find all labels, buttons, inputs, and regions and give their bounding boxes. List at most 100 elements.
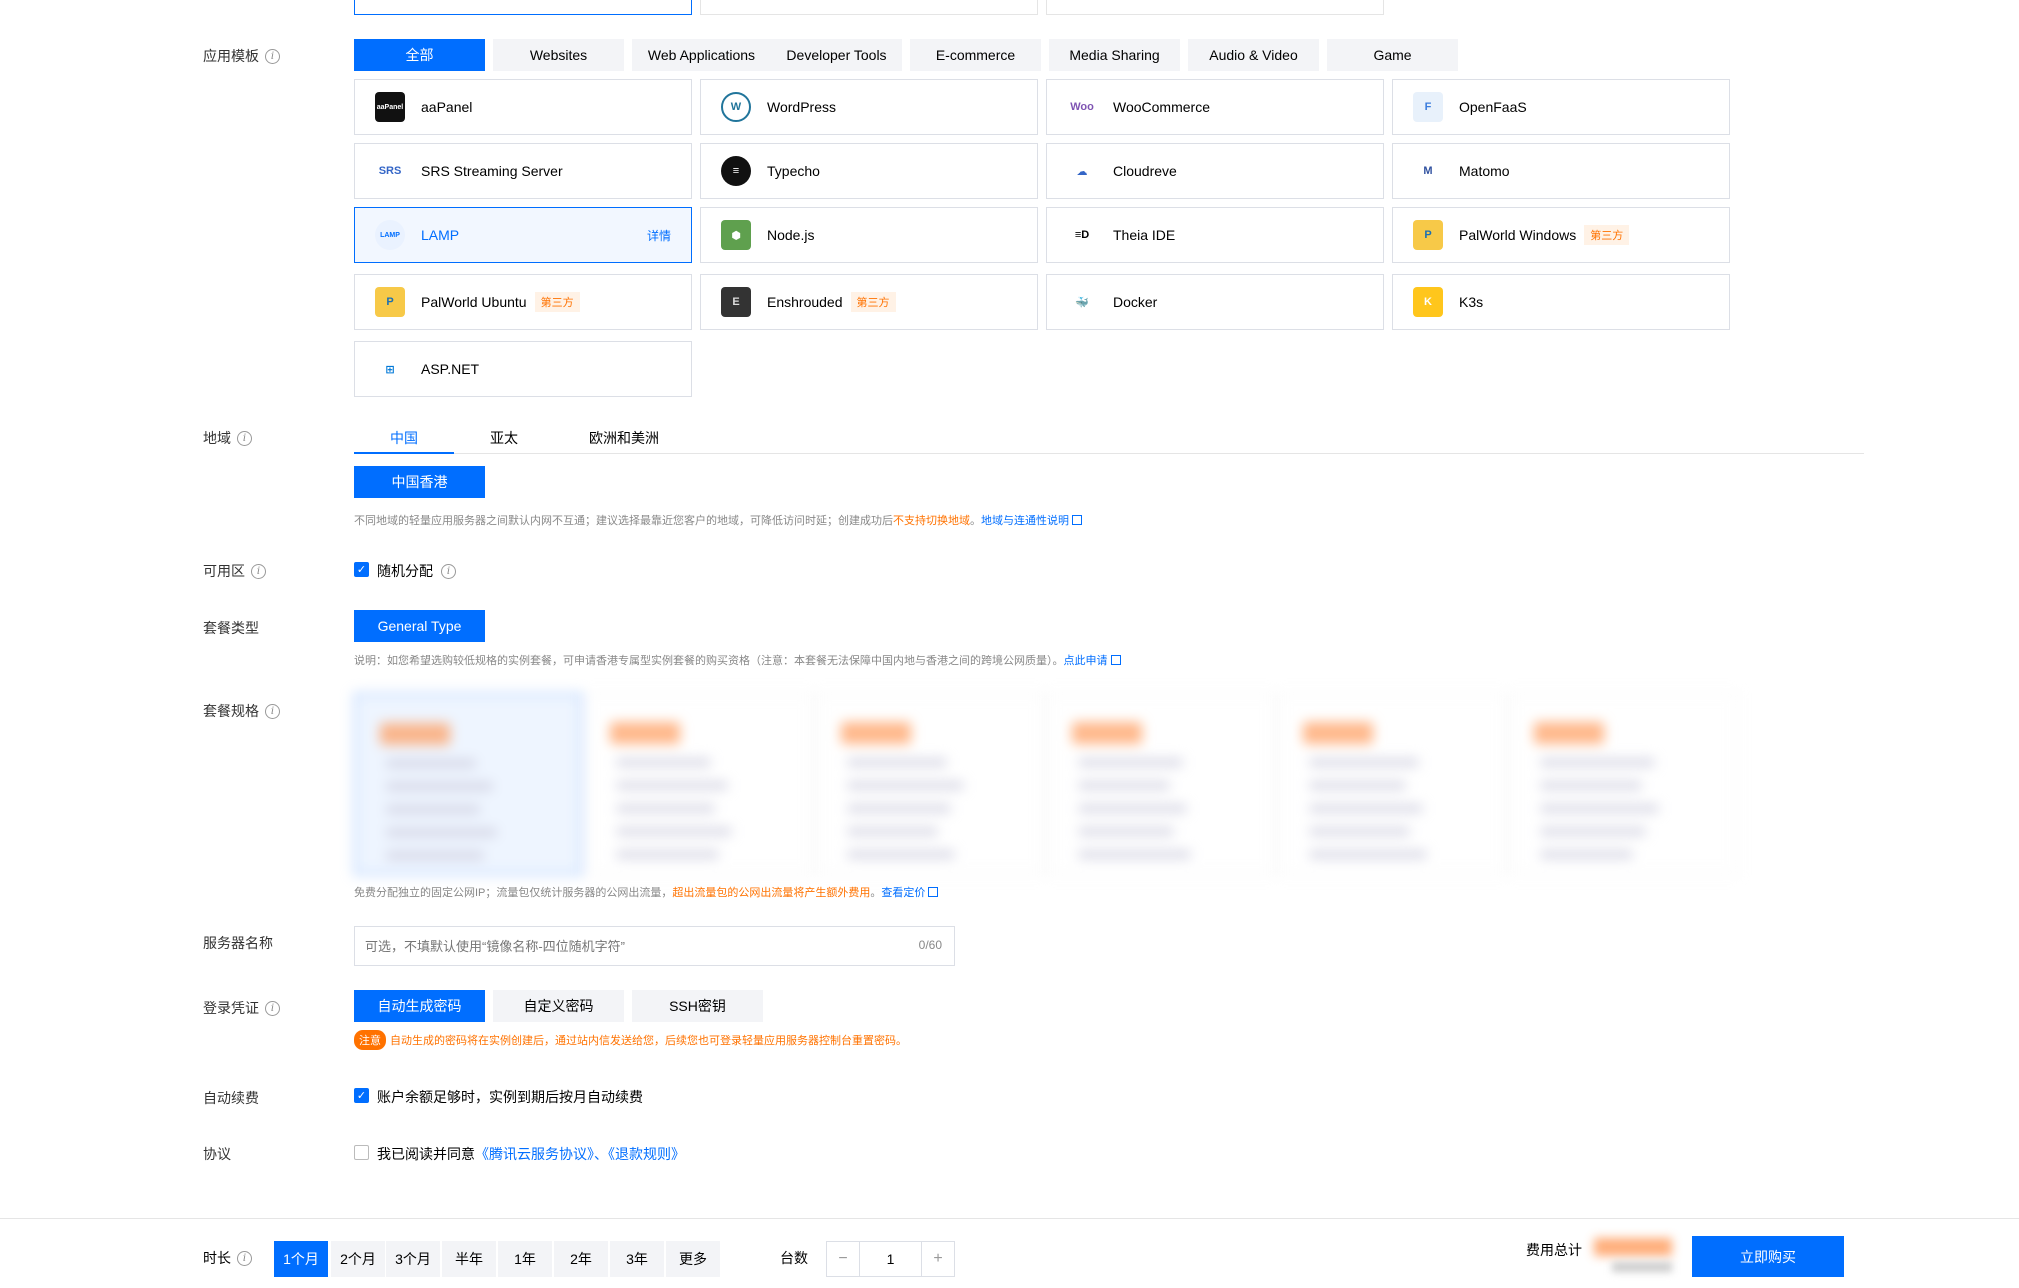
pricing-link[interactable]: 查看定价: [881, 887, 925, 899]
count-value[interactable]: 1: [860, 1242, 921, 1276]
category-tab[interactable]: Game: [1327, 39, 1458, 71]
app-card-matomo[interactable]: M Matomo: [1392, 143, 1730, 199]
external-link-icon[interactable]: [1072, 515, 1082, 525]
auto-renew-option[interactable]: 账户余额足够时，实例到期后按月自动续费: [377, 1087, 643, 1107]
external-link-icon[interactable]: [1110, 655, 1121, 665]
category-tab[interactable]: E-commerce: [910, 39, 1041, 71]
app-logo-icon: F: [1413, 92, 1443, 122]
app-card-docker[interactable]: 🐳 Docker: [1046, 274, 1384, 330]
app-name: Enshrouded: [767, 294, 843, 310]
region-tab-europe-america[interactable]: 欧洲和美洲: [574, 428, 674, 454]
app-card-node-js[interactable]: ⬢ Node.js: [700, 207, 1038, 263]
duration-option[interactable]: 1个月: [274, 1241, 328, 1277]
credential-ssh-key-button[interactable]: SSH密钥: [632, 990, 763, 1022]
app-card-openfaas[interactable]: F OpenFaaS: [1392, 79, 1730, 135]
plan-spec-card[interactable]: [585, 693, 813, 875]
app-name: OpenFaaS: [1459, 99, 1527, 115]
credential-custom-password-button[interactable]: 自定义密码: [493, 990, 624, 1022]
agreement-label-text: 协议: [203, 1146, 231, 1162]
category-tab[interactable]: 全部: [354, 39, 485, 71]
plan-spec-card[interactable]: [354, 693, 582, 875]
plan-spec-card[interactable]: [1509, 693, 1737, 875]
top-partial-card-3[interactable]: [1046, 0, 1384, 15]
region-tab-apac[interactable]: 亚太: [454, 428, 554, 454]
app-card-lamp[interactable]: LAMP LAMP 详情: [354, 207, 692, 263]
category-tab[interactable]: Developer Tools: [771, 39, 902, 71]
plan-spec-card[interactable]: [1047, 693, 1275, 875]
plan-spec-card[interactable]: [1278, 693, 1506, 875]
app-card-cloudreve[interactable]: ☁ Cloudreve: [1046, 143, 1384, 199]
third-party-badge: 第三方: [850, 292, 896, 312]
count-stepper: − 1 +: [826, 1241, 955, 1277]
zone-random-checkbox[interactable]: ✓: [354, 562, 369, 577]
region-connectivity-link[interactable]: 地域与连通性说明: [981, 515, 1069, 527]
credential-auto-password-button[interactable]: 自动生成密码: [354, 990, 485, 1022]
auto-renew-checkbox[interactable]: ✓: [354, 1088, 369, 1103]
server-name-input[interactable]: [355, 927, 875, 965]
duration-option[interactable]: 2个月: [331, 1241, 385, 1277]
app-card-palworld-windows[interactable]: P PalWorld Windows 第三方: [1392, 207, 1730, 263]
server-name-field[interactable]: 0/60: [354, 926, 955, 966]
app-name: Node.js: [767, 227, 815, 243]
notice-tag: 注意: [354, 1030, 386, 1050]
app-logo-icon: LAMP: [375, 220, 405, 250]
app-name: Typecho: [767, 163, 820, 179]
plan-type-general-button[interactable]: General Type: [354, 610, 485, 642]
city-button-hongkong[interactable]: 中国香港: [354, 466, 485, 498]
top-partial-card-1[interactable]: [354, 0, 692, 15]
duration-option[interactable]: 3年: [610, 1241, 664, 1277]
plan-spec-label-text: 套餐规格: [203, 703, 259, 719]
info-icon[interactable]: i: [441, 563, 456, 579]
duration-option[interactable]: 更多: [666, 1241, 720, 1277]
top-partial-card-2[interactable]: [700, 0, 1038, 15]
info-icon[interactable]: i: [265, 1000, 280, 1016]
app-card-asp-net[interactable]: ⊞ ASP.NET: [354, 341, 692, 397]
app-logo-icon: ⬢: [721, 220, 751, 250]
app-card-woocommerce[interactable]: Woo WooCommerce: [1046, 79, 1384, 135]
third-party-badge: 第三方: [1584, 225, 1630, 245]
count-minus-button[interactable]: −: [827, 1242, 860, 1276]
app-card-srs-streaming-server[interactable]: SRS SRS Streaming Server: [354, 143, 692, 199]
count-plus-button[interactable]: +: [921, 1242, 954, 1276]
external-link-icon[interactable]: [928, 887, 939, 897]
plan-spec-hint-warning: 超出流量包的公网出流量将产生额外费用: [672, 887, 871, 899]
region-hint: 不同地域的轻量应用服务器之间默认内网不互通；建议选择最靠近您客户的地域，可降低访…: [354, 512, 1082, 528]
duration-option[interactable]: 半年: [442, 1241, 496, 1277]
agreement-checkbox[interactable]: [354, 1145, 369, 1160]
info-icon[interactable]: i: [265, 703, 280, 719]
zone-random-option[interactable]: 随机分配 i: [377, 561, 456, 581]
app-logo-icon: K: [1413, 287, 1443, 317]
duration-option[interactable]: 2年: [554, 1241, 608, 1277]
duration-option[interactable]: 3个月: [386, 1241, 440, 1277]
category-tab[interactable]: Websites: [493, 39, 624, 71]
plan-apply-link[interactable]: 点此申请: [1064, 655, 1108, 667]
app-card-enshrouded[interactable]: E Enshrouded 第三方: [700, 274, 1038, 330]
category-tab[interactable]: Web Applications: [632, 39, 771, 71]
category-tab[interactable]: Media Sharing: [1049, 39, 1180, 71]
category-tab[interactable]: Audio & Video: [1188, 39, 1319, 71]
info-icon[interactable]: i: [265, 48, 280, 64]
duration-option[interactable]: 1年: [498, 1241, 552, 1277]
auto-renew-label: 自动续费: [203, 1088, 259, 1108]
info-icon[interactable]: i: [251, 563, 266, 579]
app-name: WooCommerce: [1113, 99, 1210, 115]
info-icon[interactable]: i: [237, 430, 252, 446]
app-card-wordpress[interactable]: W WordPress: [700, 79, 1038, 135]
region-label: 地域 i: [203, 428, 252, 448]
app-card-theia-ide[interactable]: ≡D Theia IDE: [1046, 207, 1384, 263]
plan-spec-card[interactable]: [816, 693, 1044, 875]
info-icon[interactable]: i: [237, 1250, 252, 1266]
app-logo-icon: P: [1413, 220, 1443, 250]
buy-now-button[interactable]: 立即购买: [1692, 1236, 1844, 1277]
app-card-k3s[interactable]: K K3s: [1392, 274, 1730, 330]
total-label: 费用总计: [1526, 1242, 1582, 1258]
server-name-label: 服务器名称: [203, 933, 273, 953]
app-detail-link[interactable]: 详情: [647, 227, 671, 244]
app-card-palworld-ubuntu[interactable]: P PalWorld Ubuntu 第三方: [354, 274, 692, 330]
region-tab-china[interactable]: 中国: [354, 428, 454, 454]
credential-label: 登录凭证 i: [203, 998, 280, 1018]
agreement-links[interactable]: 《腾讯云服务协议》、《退款规则》: [475, 1146, 685, 1162]
app-card-typecho[interactable]: ≡ Typecho: [700, 143, 1038, 199]
agreement-prefix: 我已阅读并同意: [377, 1146, 475, 1162]
app-card-aapanel[interactable]: aaPanel aaPanel: [354, 79, 692, 135]
